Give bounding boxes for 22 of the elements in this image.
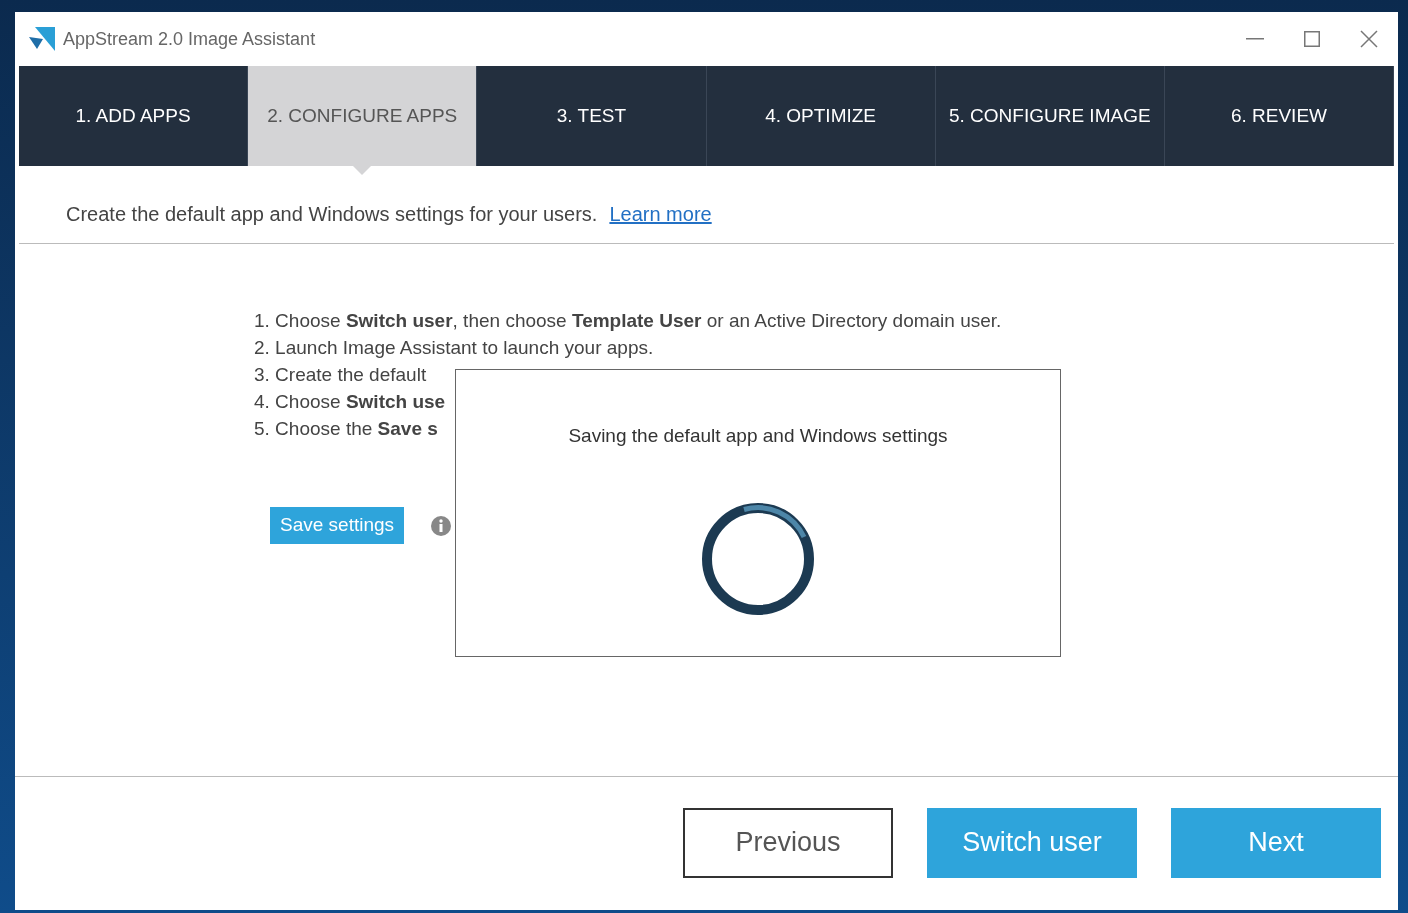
tab-pointer-icon	[353, 166, 372, 175]
instruction-step: 4. Choose Switch use	[254, 388, 446, 415]
info-icon[interactable]	[430, 514, 453, 537]
maximize-icon[interactable]	[1304, 31, 1320, 47]
window-title: AppStream 2.0 Image Assistant	[63, 27, 316, 51]
step-tab[interactable]: 4. OPTIMIZE	[706, 66, 936, 166]
instruction-step: 5. Choose the Save s	[254, 415, 438, 442]
footer-button[interactable]: Previous	[683, 807, 893, 878]
dialog-message: Saving the default app and Windows settings	[568, 424, 948, 448]
loading-spinner-icon	[700, 500, 816, 617]
step-tab[interactable]: 5. CONFIGURE IMAGE	[935, 66, 1165, 166]
instruction-step: 3. Create the default	[254, 361, 427, 388]
logo-icon	[29, 27, 55, 51]
step-tab[interactable]: 6. REVIEW	[1164, 66, 1395, 166]
instruction-step: 2. Launch Image Assistant to launch your apps.	[254, 334, 654, 361]
close-icon[interactable]	[1360, 30, 1378, 48]
minimize-icon[interactable]	[1246, 38, 1264, 40]
intro-text: Create the default app and Windows settings for your users.	[66, 201, 598, 227]
learn-more-link[interactable]: Learn more	[609, 198, 712, 229]
instruction-step: 1. Choose Switch user, then choose Template User or an Active Directory domain user.	[254, 307, 1002, 334]
step-tab[interactable]: 3. TEST	[477, 66, 707, 166]
step-tab[interactable]: 1. ADD APPS	[19, 66, 249, 166]
